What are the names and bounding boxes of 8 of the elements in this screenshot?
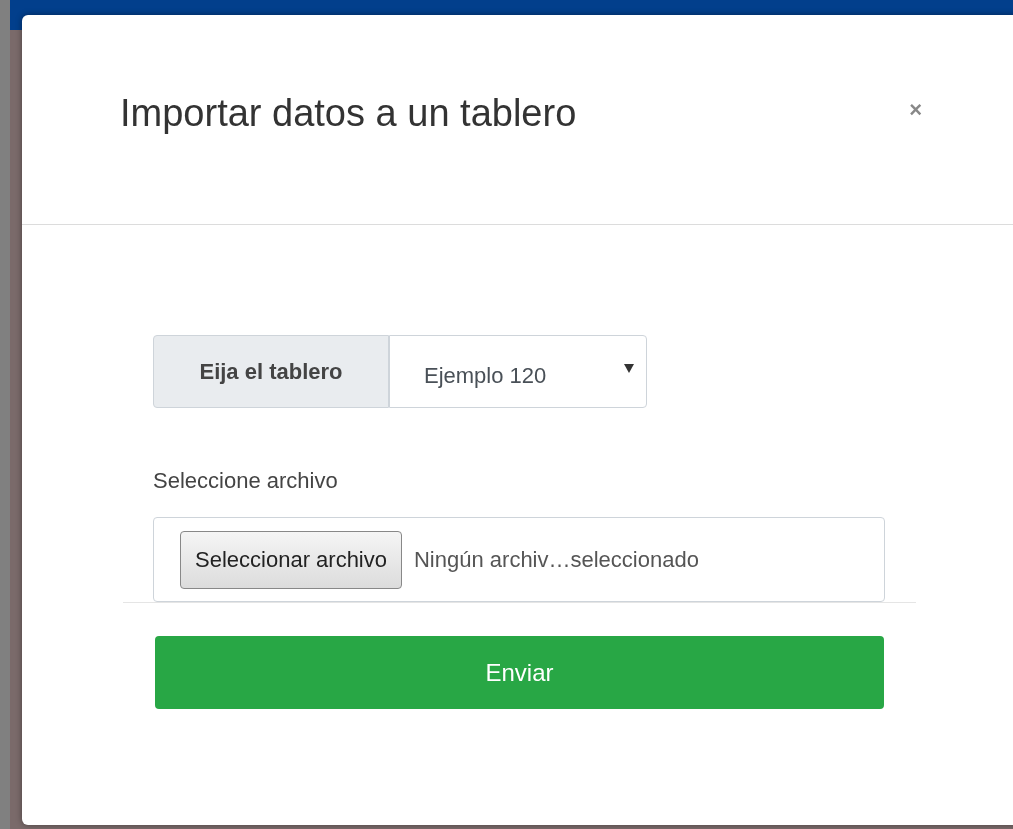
file-input[interactable]: Seleccionar archivo Ningún archiv…seleccionado	[153, 517, 885, 602]
file-label: Seleccione archivo	[153, 467, 339, 495]
board-select[interactable]: Ejemplo 120	[389, 335, 647, 408]
file-status: Ningún archiv…seleccionado	[414, 546, 699, 574]
choose-file-button[interactable]: Seleccionar archivo	[180, 530, 402, 589]
caret-icon	[624, 364, 634, 373]
select-label: Eija el tablero	[153, 335, 389, 408]
close-button[interactable]: ×	[909, 99, 922, 121]
